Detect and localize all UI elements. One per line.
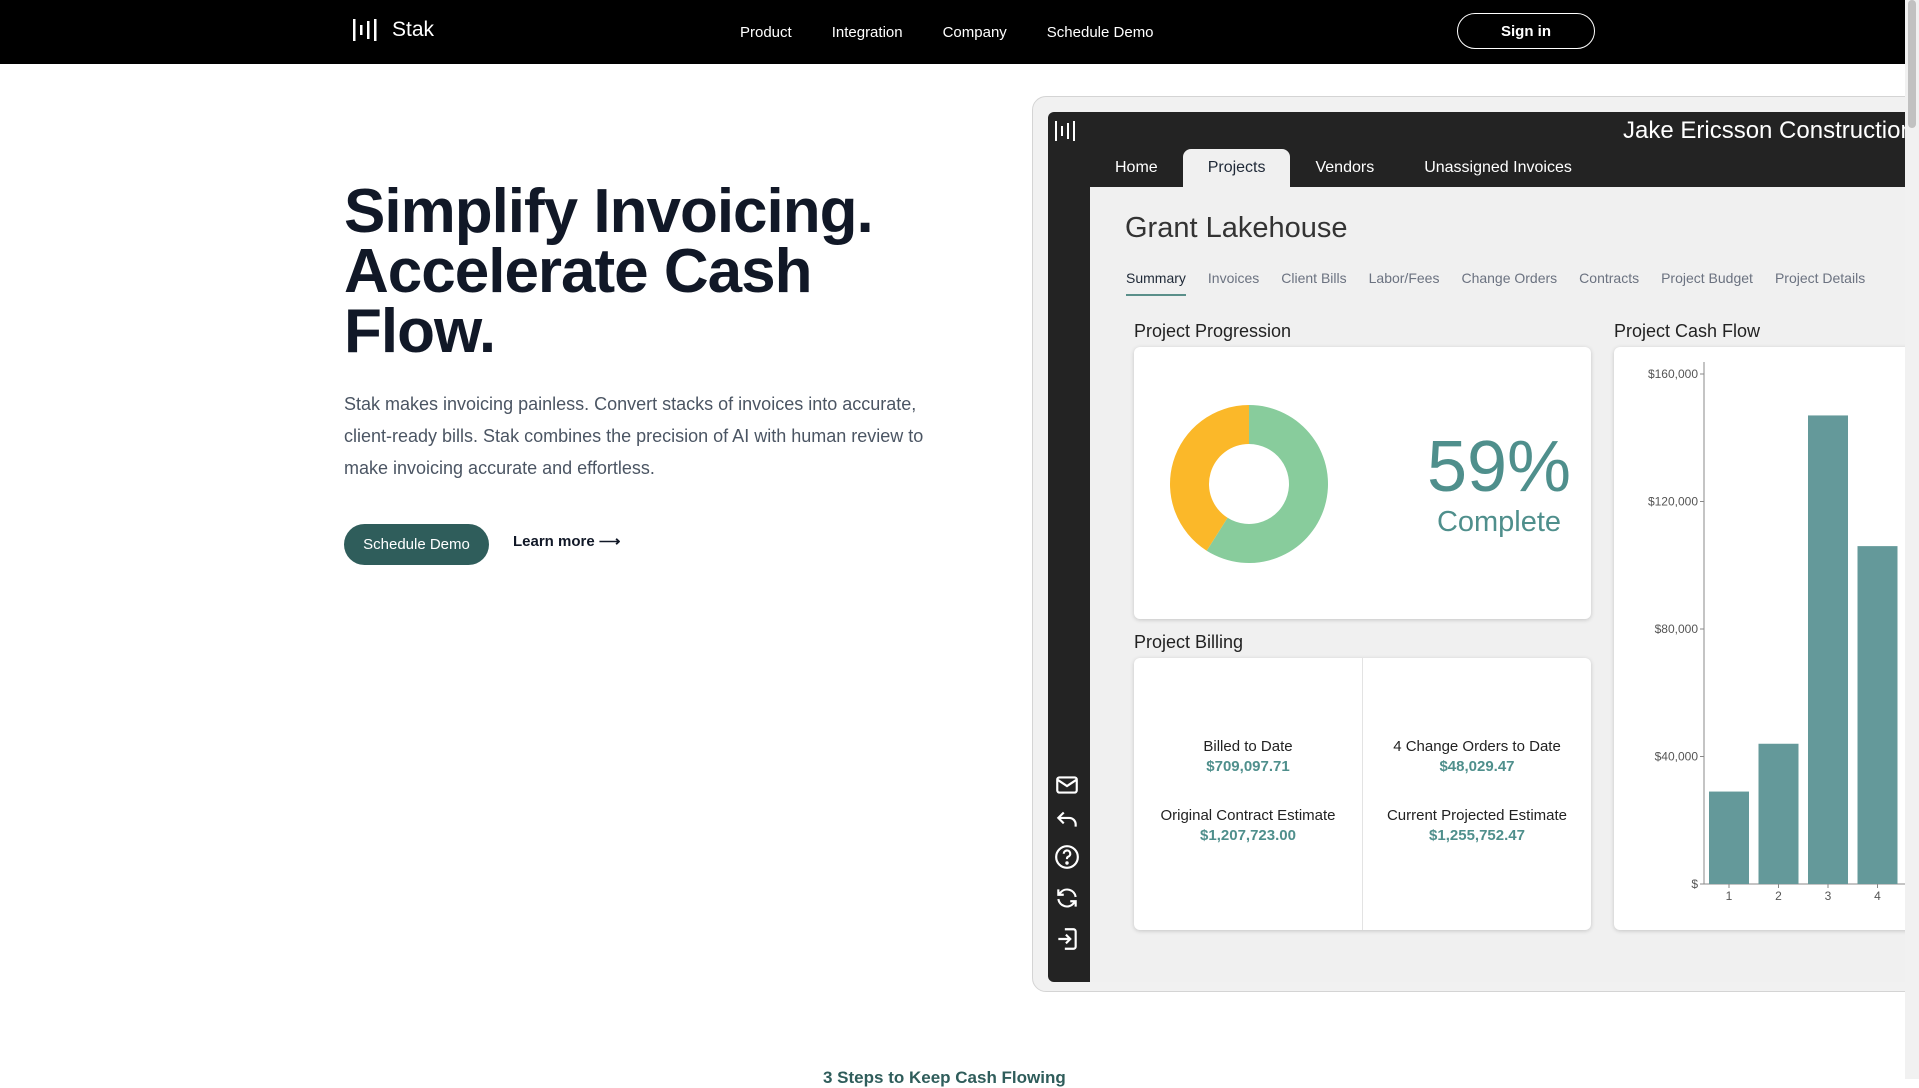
stak-logo[interactable]: Stak — [352, 17, 434, 43]
stak-logo-icon — [353, 19, 377, 41]
subtab-change-orders[interactable]: Change Orders — [1461, 270, 1557, 296]
current-projected-estimate-value: $1,255,752.47 — [1429, 827, 1525, 844]
logout-icon[interactable] — [1054, 926, 1080, 952]
change-orders-to-date: 4 Change Orders to Date $48,029.47 — [1363, 738, 1591, 775]
x-tick-label: 3 — [1825, 889, 1832, 903]
tab-unassigned-invoices[interactable]: Unassigned Invoices — [1399, 149, 1597, 187]
subtab-invoices[interactable]: Invoices — [1208, 270, 1259, 296]
company-name: Jake Ericsson Construction — [1623, 117, 1914, 144]
tab-vendors[interactable]: Vendors — [1290, 149, 1399, 187]
billing-right-column: 4 Change Orders to Date $48,029.47 Curre… — [1363, 658, 1591, 930]
hero-title: Simplify Invoicing. Accelerate Cash Flow… — [344, 177, 874, 366]
help-icon[interactable] — [1054, 844, 1080, 870]
cash-flow-bar — [1758, 743, 1799, 884]
original-contract-estimate-label: Original Contract Estimate — [1160, 807, 1336, 824]
project-billing-card: Billed to Date $709,097.71 Original Cont… — [1134, 658, 1591, 930]
app-screenshot-frame: Jake Ericsson Construction Home Projects… — [1032, 96, 1919, 992]
subtab-client-bills[interactable]: Client Bills — [1281, 270, 1346, 296]
change-orders-label: 4 Change Orders to Date — [1393, 738, 1561, 755]
progress-complete-label: Complete — [1436, 506, 1562, 538]
nav-product-link[interactable]: Product — [740, 24, 792, 41]
billing-left-column: Billed to Date $709,097.71 Original Cont… — [1134, 658, 1362, 930]
cash-flow-bar — [1709, 791, 1749, 884]
app-logo-icon — [1055, 121, 1075, 141]
mail-icon[interactable] — [1054, 772, 1080, 798]
y-tick-label: $80,000 — [1655, 622, 1699, 636]
nav-integration-link[interactable]: Integration — [832, 24, 903, 41]
project-subtabs: Summary Invoices Client Bills Labor/Fees… — [1126, 270, 1865, 296]
scrollbar-thumb[interactable] — [1908, 0, 1916, 128]
original-contract-estimate-value: $1,207,723.00 — [1200, 827, 1296, 844]
progress-percent-value: 59% — [1426, 427, 1572, 507]
billed-to-date: Billed to Date $709,097.71 — [1134, 738, 1362, 775]
cash-flow-bar — [1857, 546, 1898, 884]
original-contract-estimate: Original Contract Estimate $1,207,723.00 — [1134, 807, 1362, 844]
progress-percentage: 59% Complete — [1404, 429, 1594, 539]
project-cash-flow-title: Project Cash Flow — [1614, 321, 1761, 341]
tab-home[interactable]: Home — [1090, 149, 1183, 187]
y-tick-label: $160,000 — [1648, 367, 1698, 381]
nav-links: Product Integration Company Schedule Dem… — [740, 0, 1154, 64]
project-content: Grant Lakehouse Summary Invoices Client … — [1090, 187, 1918, 982]
app-window: Jake Ericsson Construction Home Projects… — [1048, 112, 1918, 982]
project-progression-card: 59% Complete — [1134, 347, 1591, 619]
project-progression-title: Project Progression — [1134, 321, 1292, 341]
subtab-project-details[interactable]: Project Details — [1775, 270, 1865, 296]
page-scrollbar[interactable] — [1905, 0, 1919, 1079]
tab-projects[interactable]: Projects — [1182, 149, 1291, 187]
x-tick-label: 4 — [1874, 889, 1881, 903]
change-orders-value: $48,029.47 — [1439, 758, 1515, 775]
project-title: Grant Lakehouse — [1125, 212, 1348, 244]
billed-to-date-label: Billed to Date — [1203, 738, 1293, 755]
nav-company-link[interactable]: Company — [943, 24, 1007, 41]
main-tabs: Home Projects Vendors Unassigned Invoice… — [1090, 149, 1597, 187]
section-peek-heading: 3 Steps to Keep Cash Flowing — [823, 1068, 1066, 1087]
top-navbar: Stak Product Integration Company Schedul… — [0, 0, 1919, 64]
y-tick-label: $40,000 — [1655, 750, 1699, 764]
x-tick-label: 2 — [1775, 889, 1782, 903]
subtab-project-budget[interactable]: Project Budget — [1661, 270, 1753, 296]
current-projected-estimate-label: Current Projected Estimate — [1386, 807, 1568, 824]
undo-icon[interactable] — [1054, 806, 1080, 832]
hero-description: Stak makes invoicing painless. Convert s… — [344, 394, 924, 478]
logo-text: Stak — [392, 18, 435, 41]
schedule-demo-button[interactable]: Schedule Demo — [344, 524, 489, 565]
y-tick-label: $120,000 — [1648, 495, 1698, 509]
learn-more-link[interactable]: Learn more ⟶ — [513, 532, 620, 550]
subtab-summary[interactable]: Summary — [1126, 270, 1186, 296]
refresh-icon[interactable] — [1054, 885, 1080, 911]
sign-in-button[interactable]: Sign in — [1457, 13, 1595, 49]
nav-schedule-demo-link[interactable]: Schedule Demo — [1047, 24, 1154, 41]
current-projected-estimate: Current Projected Estimate $1,255,752.47 — [1363, 807, 1591, 844]
x-tick-label: 1 — [1726, 889, 1733, 903]
cash-flow-bar — [1808, 415, 1848, 884]
project-billing-title: Project Billing — [1134, 632, 1244, 652]
project-cash-flow-card: $ $40,000 $80,000 $120,000 $160,000 1 2 3 4 — [1614, 347, 1918, 930]
subtab-labor-fees[interactable]: Labor/Fees — [1369, 270, 1440, 296]
subtab-contracts[interactable]: Contracts — [1579, 270, 1639, 296]
y-tick-label: $ — [1691, 877, 1698, 891]
progress-donut-chart — [1170, 405, 1328, 563]
billed-to-date-value: $709,097.71 — [1206, 758, 1290, 775]
cash-flow-chart: $ $40,000 $80,000 $120,000 $160,000 1 2 3 4 — [1648, 362, 1918, 903]
